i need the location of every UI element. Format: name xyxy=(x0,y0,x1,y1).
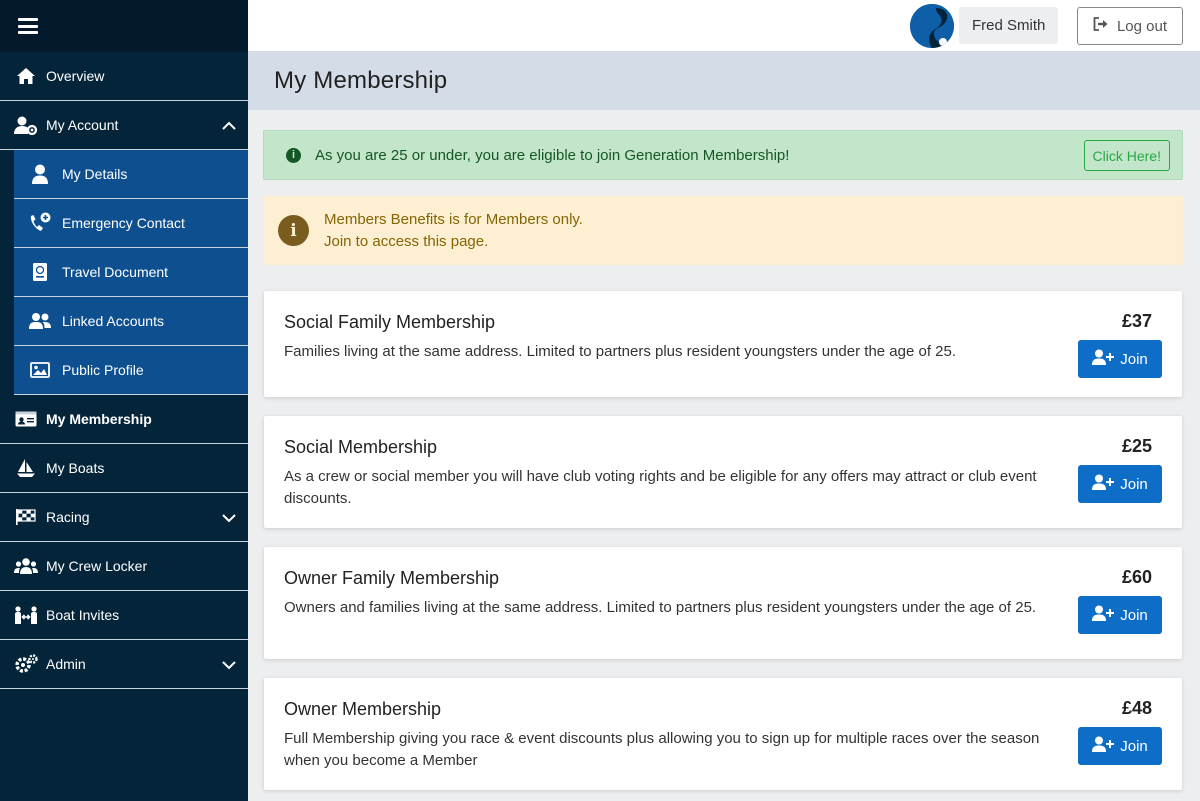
invite-icon xyxy=(14,605,38,625)
home-icon xyxy=(14,66,38,86)
sidebar-item-admin[interactable]: Admin xyxy=(0,640,248,689)
sidebar-item-boat-invites[interactable]: Boat Invites xyxy=(0,591,248,640)
join-button[interactable]: Join xyxy=(1078,727,1162,765)
join-button[interactable]: Join xyxy=(1078,596,1162,634)
generation-membership-alert: i As you are 25 or under, you are eligib… xyxy=(263,130,1183,180)
alert-line: Join to access this page. xyxy=(324,232,489,250)
chevron-down-icon[interactable] xyxy=(222,510,236,526)
membership-card: Owner Membership Full Membership giving … xyxy=(264,678,1182,790)
membership-card: Social Membership As a crew or social me… xyxy=(264,416,1182,528)
sidebar-submenu-my-account: My Details Emergency Contact Travel Docu… xyxy=(0,150,248,395)
join-label: Join xyxy=(1120,737,1148,755)
membership-title: Social Family Membership xyxy=(284,312,496,332)
membership-card: Social Family Membership Families living… xyxy=(264,291,1182,397)
passport-icon xyxy=(28,262,52,282)
page-title: My Membership xyxy=(274,67,448,94)
sailboat-icon xyxy=(14,458,38,478)
sidebar-item-my-crew-locker[interactable]: My Crew Locker xyxy=(0,542,248,591)
sidebar-item-label: My Account xyxy=(46,117,119,133)
info-circle-icon: i xyxy=(278,215,309,246)
membership-price: £60 xyxy=(1121,567,1152,587)
user-plus-icon xyxy=(1092,605,1115,625)
membership-description: Owners and families living at the same a… xyxy=(284,599,1037,616)
logout-label: Log out xyxy=(1116,17,1168,35)
sidebar-item-label: My Boats xyxy=(46,460,105,476)
logout-button[interactable]: Log out xyxy=(1077,7,1183,45)
sidebar-item-label: Boat Invites xyxy=(46,607,120,623)
user-name[interactable]: Fred Smith xyxy=(959,7,1059,44)
chevron-down-icon[interactable] xyxy=(222,657,236,673)
sidebar-item-label: Emergency Contact xyxy=(62,215,185,231)
user-icon xyxy=(28,164,52,184)
user-gear-icon xyxy=(14,115,38,135)
alert-message: Members Benefits is for Members only. Jo… xyxy=(324,209,583,253)
info-icon: i xyxy=(286,147,301,163)
sidebar-item-my-membership[interactable]: My Membership xyxy=(0,395,248,444)
join-button[interactable]: Join xyxy=(1078,465,1162,503)
sidebar-item-label: My Details xyxy=(62,166,128,182)
gears-icon xyxy=(14,654,38,674)
membership-title: Owner Membership xyxy=(284,699,442,719)
page-header: My Membership xyxy=(248,52,1200,110)
sidebar-item-label: My Crew Locker xyxy=(46,558,148,574)
sidebar-item-linked-accounts[interactable]: Linked Accounts xyxy=(14,297,248,346)
avatar[interactable] xyxy=(910,4,954,48)
sidebar-item-emergency-contact[interactable]: Emergency Contact xyxy=(14,199,248,248)
membership-title: Owner Family Membership xyxy=(284,568,500,588)
group-icon xyxy=(14,556,38,576)
checkered-flag-icon xyxy=(14,507,38,527)
sidebar-item-label: Admin xyxy=(46,656,86,672)
sidebar-item-label: Travel Document xyxy=(62,264,169,280)
membership-price: £37 xyxy=(1121,311,1152,331)
sidebar: Overview My Account My Details Emergency… xyxy=(0,0,248,801)
sidebar-item-my-details[interactable]: My Details xyxy=(14,150,248,199)
sidebar-item-label: Racing xyxy=(46,509,90,525)
join-label: Join xyxy=(1120,606,1148,624)
user-plus-icon xyxy=(1092,474,1115,494)
menu-toggle xyxy=(0,0,248,52)
phone-plus-icon xyxy=(28,212,52,233)
membership-description: As a crew or social member you will have… xyxy=(284,468,1037,507)
membership-price: £25 xyxy=(1121,436,1152,456)
alert-text: As you are 25 or under, you are eligible… xyxy=(315,146,790,164)
sidebar-item-public-profile[interactable]: Public Profile xyxy=(14,346,248,395)
alert-line: Members Benefits is for Members only. xyxy=(324,210,583,228)
sidebar-item-travel-document[interactable]: Travel Document xyxy=(14,248,248,297)
membership-title: Social Membership xyxy=(284,437,438,457)
user-plus-icon xyxy=(1092,349,1115,369)
sidebar-item-my-boats[interactable]: My Boats xyxy=(0,444,248,493)
image-icon xyxy=(28,360,52,380)
sidebar-item-racing[interactable]: Racing xyxy=(0,493,248,542)
sidebar-item-label: Public Profile xyxy=(62,362,144,378)
members-only-alert: i Members Benefits is for Members only. … xyxy=(263,196,1183,265)
sidebar-item-label: Overview xyxy=(46,68,105,84)
membership-price: £48 xyxy=(1121,698,1152,718)
hamburger-menu-icon[interactable] xyxy=(18,18,38,34)
click-here-button[interactable]: Click Here! xyxy=(1083,140,1170,171)
membership-description: Families living at the same address. Lim… xyxy=(284,343,957,360)
join-label: Join xyxy=(1120,350,1148,368)
sidebar-item-overview[interactable]: Overview xyxy=(0,52,248,101)
join-button[interactable]: Join xyxy=(1078,340,1162,378)
join-label: Join xyxy=(1120,475,1148,493)
sign-out-icon xyxy=(1093,17,1109,35)
membership-description: Full Membership giving you race & event … xyxy=(284,730,1040,769)
id-card-icon xyxy=(14,409,38,429)
sidebar-item-label: My Membership xyxy=(46,411,152,427)
top-bar: Fred Smith Log out xyxy=(248,0,1200,52)
users-icon xyxy=(28,311,52,331)
membership-card: Owner Family Membership Owners and famil… xyxy=(264,547,1182,659)
chevron-up-icon[interactable] xyxy=(222,118,236,134)
sidebar-item-label: Linked Accounts xyxy=(62,313,164,329)
user-plus-icon xyxy=(1092,736,1115,756)
sidebar-item-my-account[interactable]: My Account xyxy=(0,101,248,150)
